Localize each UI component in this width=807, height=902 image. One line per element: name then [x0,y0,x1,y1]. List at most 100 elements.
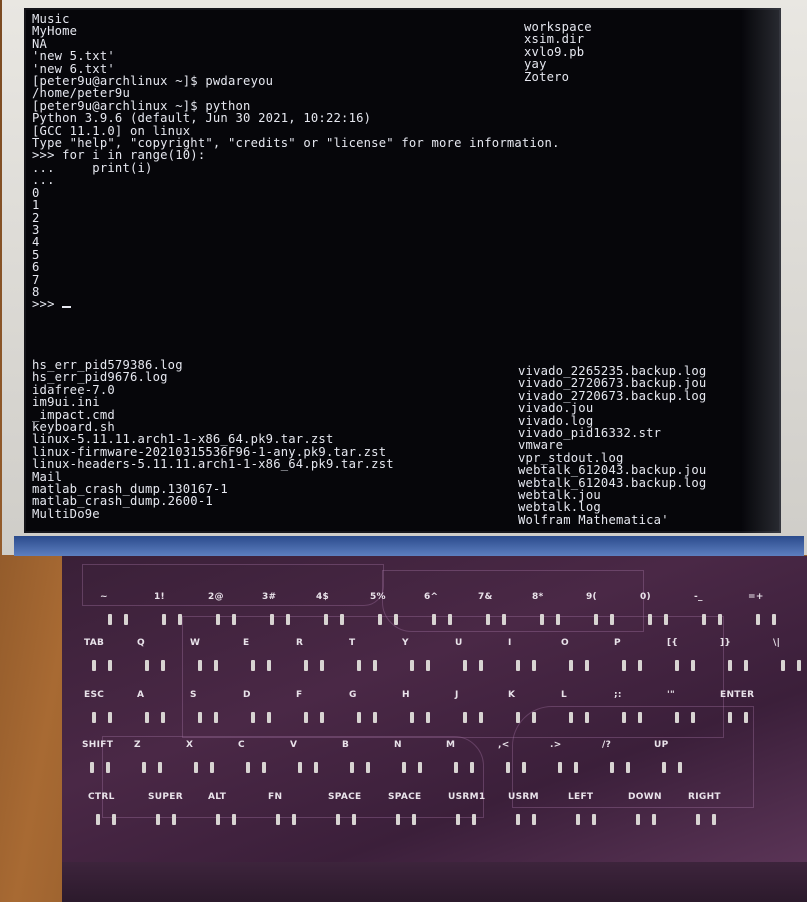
key-label: UP [654,740,669,750]
key-switch-pad [373,660,377,671]
key-label: -_ [694,592,703,602]
key-switch-pad [569,660,573,671]
key-switch-pad [463,712,467,723]
terminal-line: vmware [518,438,564,453]
key-switch-pad [320,712,324,723]
terminal-line: ... [32,173,55,188]
key-switch-pad [532,712,536,723]
key-label: /? [602,740,612,750]
terminal-line: vivado.jou [518,401,594,416]
key-switch-pad [314,762,318,773]
key-switch-pad [772,614,776,625]
key-switch-pad [638,660,642,671]
key-label: G [349,690,357,700]
key-switch-pad [270,614,274,625]
terminal-screen[interactable]: Music MyHome NA'new 5.txt''new 6.txt' [pete… [24,8,781,533]
key-label: F [296,690,303,700]
key-switch-pad [797,660,801,671]
key-switch-pad [675,712,679,723]
terminal-line: >>> [32,298,560,311]
key-switch-pad [456,814,460,825]
key-label: H [402,690,410,700]
key-switch-pad [410,660,414,671]
key-switch-pad [479,712,483,723]
key-label: L [561,690,568,700]
terminal-line: Zotero [524,69,570,84]
key-switch-pad [463,660,467,671]
key-switch-pad [336,814,340,825]
key-switch-pad [652,814,656,825]
key-switch-pad [516,814,520,825]
key-switch-pad [585,660,589,671]
key-switch-pad [162,614,166,625]
key-switch-pad [574,762,578,773]
key-switch-pad [610,614,614,625]
key-switch-pad [756,614,760,625]
terminal-line: im9ui.ini [32,395,100,410]
terminal-line: ... print(i) [32,160,153,175]
key-label: LEFT [568,792,594,802]
terminal-line: webtalk_612043.backup.jou [518,463,707,478]
key-switch-pad [696,814,700,825]
key-label: FN [268,792,283,802]
key-switch-pad [712,814,716,825]
key-switch-pad [350,762,354,773]
terminal-line: >>> for i in range(10): [32,148,206,163]
key-switch-pad [216,814,220,825]
key-label: 6^ [424,592,439,602]
key-label: M [446,740,456,750]
key-switch-pad [412,814,416,825]
key-switch-pad [108,614,112,625]
key-label: A [137,690,145,700]
key-switch-pad [340,614,344,625]
key-switch-pad [594,614,598,625]
key-switch-pad [145,712,149,723]
key-switch-pad [210,762,214,773]
key-switch-pad [502,614,506,625]
key-switch-pad [426,712,430,723]
terminal-line: webtalk.log [518,500,601,515]
key-switch-pad [357,660,361,671]
key-switch-pad [522,762,526,773]
terminal-bottom-right-listing: vivado_2265235.backup.log vivado_2720673.… [518,365,707,527]
key-label: 3# [262,592,277,602]
key-label: ]} [720,638,732,648]
terminal-line: 4 [32,235,40,250]
terminal-line: linux-5.11.11.arch1-1-x86_64.pk9.tar.zst [32,432,334,447]
terminal-line: 3 [32,222,40,237]
terminal-line: 5 [32,247,40,262]
key-switch-pad [172,814,176,825]
key-switch-pad [691,712,695,723]
key-switch-pad [378,614,382,625]
terminal-line: 1 [32,198,40,213]
key-switch-pad [781,660,785,671]
key-label: C [238,740,245,750]
key-switch-pad [352,814,356,825]
key-switch-pad [124,614,128,625]
key-switch-pad [156,814,160,825]
key-switch-pad [267,712,271,723]
key-switch-pad [373,712,377,723]
key-switch-pad [532,660,536,671]
key-switch-pad [142,762,146,773]
terminal-line: 2 [32,210,40,225]
key-switch-pad [366,762,370,773]
key-label: D [243,690,251,700]
key-label: N [394,740,402,750]
terminal-line: yay [524,57,547,72]
key-switch-pad [718,614,722,625]
key-switch-pad [161,660,165,671]
key-switch-pad [394,614,398,625]
key-switch-pad [90,762,94,773]
key-label: ESC [84,690,105,700]
key-label: RIGHT [688,792,721,802]
key-switch-pad [267,660,271,671]
terminal-line: Python 3.9.6 (default, Jun 30 2021, 10:2… [32,111,372,126]
key-label: SPACE [388,792,422,802]
key-switch-pad [532,814,536,825]
lcd-board-edge [14,536,804,556]
key-label: B [342,740,350,750]
key-switch-pad [402,762,406,773]
key-label: P [614,638,621,648]
key-switch-pad [320,660,324,671]
